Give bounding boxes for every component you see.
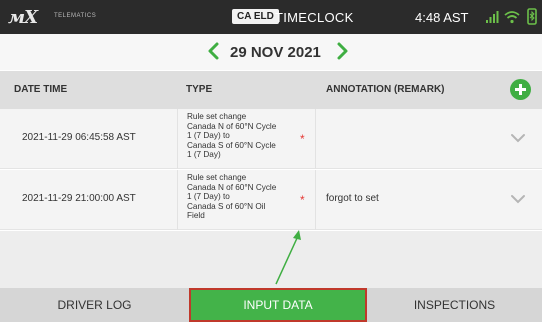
row-type: Rule set change Canada N of 60°N Cycle 1… — [187, 173, 299, 221]
empty-list-area — [0, 231, 542, 288]
date-cell: 2021-11-29 06:45:58 AST — [0, 109, 178, 169]
chevron-left-icon[interactable] — [205, 41, 223, 61]
add-annotation-button[interactable] — [510, 79, 531, 100]
required-star-icon: * — [300, 132, 305, 146]
type-line: 1 (7 Day) — [187, 150, 221, 160]
type-line: Canada N of 60°N Cycle — [187, 121, 277, 131]
type-line: Canada N of 60°N Cycle — [187, 182, 277, 192]
row-datetime: 2021-11-29 21:00:00 AST — [22, 193, 136, 204]
brand-subtitle: TELEMATICS — [54, 13, 97, 19]
column-header-date: DATE TIME — [14, 84, 68, 95]
date-cell: 2021-11-29 21:00:00 AST — [0, 170, 178, 230]
chevron-down-icon[interactable] — [510, 131, 526, 145]
tab-inspections[interactable]: INSPECTIONS — [367, 288, 542, 322]
required-star-icon: * — [300, 193, 305, 207]
row-datetime: 2021-11-29 06:45:58 AST — [22, 132, 136, 143]
row-type: Rule set change Canada N of 60°N Cycle 1… — [187, 112, 299, 160]
bluetooth-phone-icon — [527, 8, 537, 25]
clock-time: 4:48 AST — [415, 10, 469, 25]
type-line: Field — [187, 211, 205, 221]
annotation-cell — [316, 109, 542, 169]
row-annotation: forgot to set — [326, 193, 379, 204]
wifi-icon — [504, 11, 520, 24]
current-date: 29 NOV 2021 — [230, 44, 321, 61]
type-line: 1 (7 Day) to — [187, 192, 230, 202]
chevron-right-icon[interactable] — [333, 41, 351, 61]
eld-badge: CA ELD — [232, 9, 279, 24]
brand-logo: мX — [8, 7, 38, 28]
date-navigator: 29 NOV 2021 — [0, 34, 542, 70]
type-cell: Rule set change Canada N of 60°N Cycle 1… — [178, 170, 316, 230]
column-header-type: TYPE — [186, 84, 213, 95]
tab-driver-log[interactable]: DRIVER LOG — [0, 288, 189, 322]
type-cell: Rule set change Canada N of 60°N Cycle 1… — [178, 109, 316, 169]
table-row[interactable]: 2021-11-29 06:45:58 AST Rule set change … — [0, 109, 542, 169]
signal-icon — [486, 11, 499, 23]
app-title: TIMECLOCK — [275, 10, 354, 25]
type-line: Rule set change — [187, 173, 247, 182]
annotation-cell: forgot to set — [316, 170, 542, 230]
chevron-down-icon[interactable] — [510, 192, 526, 206]
status-bar: мX TELEMATICS CA ELD TIMECLOCK 4:48 AST — [0, 0, 542, 34]
table-header: DATE TIME TYPE ANNOTATION (REMARK) — [0, 71, 542, 109]
column-header-annotation: ANNOTATION (REMARK) — [326, 84, 445, 95]
type-line: Rule set change — [187, 112, 247, 121]
status-icons — [485, 6, 539, 28]
bottom-tab-bar: DRIVER LOG INPUT DATA INSPECTIONS — [0, 288, 542, 322]
type-line: Canada S of 60°N Oil — [187, 201, 266, 211]
tab-input-data[interactable]: INPUT DATA — [189, 288, 367, 322]
type-line: 1 (7 Day) to — [187, 131, 230, 141]
type-line: Canada S of 60°N Cycle — [187, 140, 276, 150]
table-row[interactable]: 2021-11-29 21:00:00 AST Rule set change … — [0, 170, 542, 230]
